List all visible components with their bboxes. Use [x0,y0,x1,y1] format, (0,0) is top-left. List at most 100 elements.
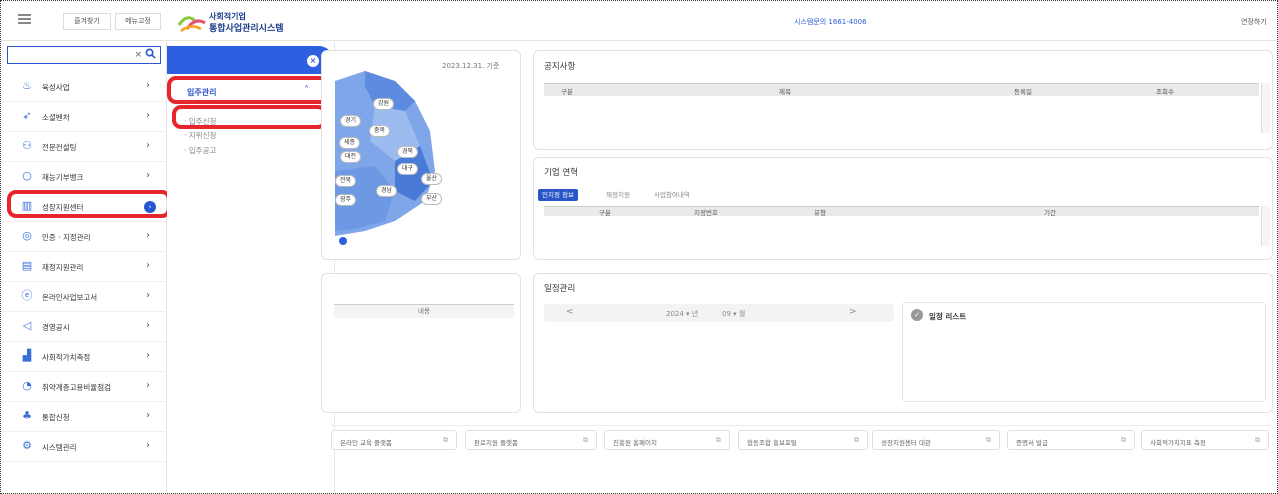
tab-project-history[interactable]: 사업참여내역 [654,189,690,201]
map-label-chungbuk[interactable]: 충북 [369,125,391,137]
month-unit: 월 [738,310,746,318]
map-label-gyeongnam[interactable]: 경남 [376,185,398,197]
sidebar-item-disclosure[interactable]: ◁ 경영공시 › [1,312,167,342]
sidebar-item-consulting[interactable]: ⚇ 전문컨설팅 › [1,132,167,162]
chevron-right-icon: › [146,440,150,451]
map-label-gangwon[interactable]: 강원 [373,98,395,110]
schedule-list-panel: ✓ 일정 리스트 [902,302,1266,402]
history-title: 기업 연혁 [544,168,578,178]
chevron-right-icon: › [146,170,150,181]
map-label-gyeonggi[interactable]: 경기 [340,115,362,127]
link-online-education[interactable]: 온라인 교육 플랫폼 ⧉ [331,430,457,450]
search-input[interactable] [10,49,120,61]
sidebar-item-label: 육성사업 [42,83,70,92]
notice-table-header: 구분 제목 등록일 조회수 [544,83,1259,96]
shield-check-icon: ◎ [22,229,32,242]
top-header: 즐겨찾기 메뉴고정 사회적기업 통합사업관리시스템 시스템문의 1661-400… [1,1,1277,41]
schedule-card: 일정관리 < 2024 ▾ 년 09 ▾ 월 > ✓ 일정 리스트 [533,273,1273,413]
year-select[interactable]: 2024 ▾ 년 [666,309,698,319]
map-label-daegu[interactable]: 대구 [397,163,419,175]
sidebar-item-system[interactable]: ⚙ 시스템관리 › [1,432,167,462]
megaphone-icon: ◁ [22,319,32,332]
tab-financial-support[interactable]: 재정지원 [606,189,630,201]
map-label-busan[interactable]: 부산 [421,193,443,205]
history-tabs: 인지정 정보 재정지원 사업참여내역 [538,189,738,201]
gear-icon: ⚙ [22,439,32,452]
logo[interactable]: 사회적기업 통합사업관리시스템 [177,11,307,34]
submenu-link-status[interactable]: · 지위신청 [184,130,216,141]
sidebar-item-online-report[interactable]: ⓔ 온라인사업보고서 › [1,282,167,312]
year-value: 2024 [666,310,684,318]
pie-chart-icon: ◔ [22,379,32,392]
map-label-daejeon[interactable]: 대전 [340,151,362,163]
sidebar-item-label: 사회적가치측정 [42,353,91,362]
sidebar-item-social-value[interactable]: ▟ 사회적가치측정 › [1,342,167,372]
sidebar-item-talent-bank[interactable]: ○ 재능기부뱅크 › [1,162,167,192]
map-label-sejong[interactable]: 세종 [339,137,361,149]
history-card: 기업 연혁 인지정 정보 재정지원 사업참여내역 구분 지정번호 유형 기간 [533,157,1273,260]
history-scrollbar[interactable] [1261,206,1270,246]
sidebar-item-employment[interactable]: ◔ 취약계층고용비율점검 › [1,372,167,402]
tab-designation-info[interactable]: 인지정 정보 [538,189,578,201]
link-agency-homepage[interactable]: 진흥원 홈페이지 ⧉ [604,430,730,450]
bar-chart-icon: ▟ [22,349,32,362]
highlight-box [167,76,329,104]
sidebar-item-nurturing[interactable]: ♨ 육성사업 › [1,72,167,102]
sidebar-item-label: 온라인사업보고서 [42,293,98,302]
extend-session-link[interactable]: 연장하기 [1241,17,1267,27]
link-center-rental[interactable]: 성장지원센터 대관 ⧉ [872,430,1000,450]
check-icon: ✓ [911,309,923,321]
month-select[interactable]: 09 ▾ 월 [722,309,745,319]
rocket-icon: ➶ [22,109,32,122]
schedule-list-title: 일정 리스트 [929,312,967,321]
money-icon: ▤ [21,259,33,272]
map-label-jeonbuk[interactable]: 전북 [335,175,357,187]
year-unit: 년 [691,310,699,318]
people-icon: ⚇ [22,139,32,152]
clear-icon[interactable]: × [134,50,142,60]
link-label: 증명서 발급 [1016,439,1048,447]
search-icon[interactable] [145,48,156,59]
sidebar-item-integrated[interactable]: ♣ 통합신청 › [1,402,167,432]
col-title: 제목 [779,88,791,96]
logo-text-bottom: 통합사업관리시스템 [209,24,284,34]
sidebar-search: × [7,46,161,64]
col-views: 조회수 [1156,88,1174,96]
prev-month-button[interactable]: < [566,307,574,317]
chevron-right-icon: › [146,260,150,271]
map-date: 2023.12.31. 기준 [442,62,500,70]
sidebar-item-social-venture[interactable]: ➶ 소셜벤처 › [1,102,167,132]
chevron-right-icon: › [146,350,150,361]
notice-card: 공지사항 구분 제목 등록일 조회수 [533,50,1273,150]
link-cooperative-portal[interactable]: 협동조합 홍보포털 ⧉ [738,430,868,450]
menu-fix-button[interactable]: 메뉴고정 [115,13,161,30]
submenu-header: × [167,46,333,74]
sidebar-item-label: 취약계층고용비율점검 [42,383,111,392]
close-icon[interactable]: × [307,55,319,67]
sidebar-item-label: 시스템관리 [42,443,77,452]
favorites-button[interactable]: 즐겨찾기 [63,13,111,30]
content-column-header: 내용 [334,304,514,318]
notice-scrollbar[interactable] [1261,83,1270,133]
map-label-gwangju[interactable]: 광주 [335,194,357,206]
hand-coin-icon: ♨ [22,79,32,92]
next-month-button[interactable]: > [849,307,857,317]
sidebar-item-label: 경영공시 [42,323,70,332]
external-link-icon: ⧉ [854,436,859,444]
org-chart-icon: ♣ [22,409,32,422]
submenu-link-notice[interactable]: · 입주공고 [184,145,216,156]
sidebar-item-finance[interactable]: ▤ 재정지원관리 › [1,252,167,282]
notice-title: 공지사항 [544,62,576,72]
map-label-ulsan[interactable]: 울산 [421,173,443,185]
map-label-gyeongbuk[interactable]: 경북 [397,146,419,158]
link-social-value-index[interactable]: 사회적가치지표 측정 ⧉ [1141,430,1269,450]
link-label: 사회적가치지표 측정 [1150,439,1206,447]
sidebar-item-certification[interactable]: ◎ 인증 · 지정관리 › [1,222,167,252]
link-sales-platform[interactable]: 판로지원 플랫폼 ⧉ [465,430,597,450]
external-link-icon: ⧉ [583,436,588,444]
link-label: 성장지원센터 대관 [881,439,931,447]
hamburger-menu-icon[interactable] [18,14,31,24]
link-label: 협동조합 홍보포털 [747,439,797,447]
link-certificate[interactable]: 증명서 발급 ⧉ [1007,430,1135,450]
app-window: 즐겨찾기 메뉴고정 사회적기업 통합사업관리시스템 시스템문의 1661-400… [0,0,1278,494]
